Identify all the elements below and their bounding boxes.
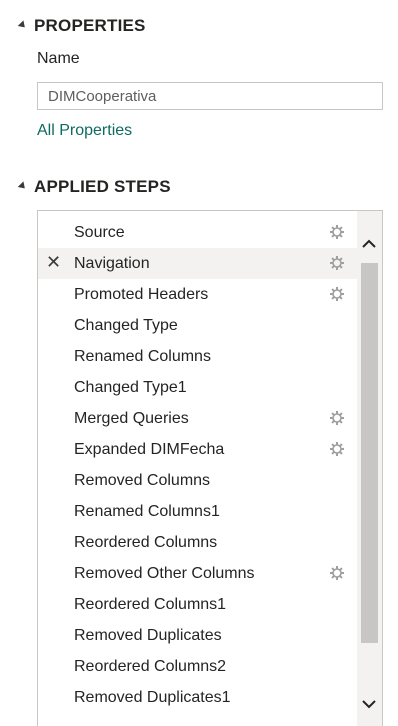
applied-step-label: Renamed Columns xyxy=(74,347,211,365)
applied-step-item[interactable]: Changed Type xyxy=(38,310,358,341)
applied-step-label: Expanded DIMFecha xyxy=(74,440,225,458)
name-label: Name xyxy=(37,50,80,67)
applied-step-item[interactable]: Reordered Columns xyxy=(38,527,358,558)
applied-steps-section-header[interactable]: APPLIED STEPS xyxy=(17,177,171,197)
properties-heading: PROPERTIES xyxy=(34,16,146,35)
applied-step-item[interactable]: Reordered Columns1 xyxy=(38,589,358,620)
applied-step-label: Removed Other Columns xyxy=(74,564,255,582)
applied-step-item[interactable]: Expanded DIMFecha xyxy=(38,434,358,465)
gear-icon[interactable] xyxy=(329,565,345,581)
gear-icon[interactable] xyxy=(329,410,345,426)
applied-step-label: Reordered Columns2 xyxy=(74,657,227,675)
applied-step-label: Merged Queries xyxy=(74,409,189,427)
applied-step-item[interactable]: Merged Queries xyxy=(38,403,358,434)
applied-step-item[interactable]: Removed Other Columns xyxy=(38,558,358,589)
applied-step-label: Removed Columns xyxy=(74,471,211,489)
applied-step-label: Navigation xyxy=(74,254,150,272)
applied-step-item[interactable]: Renamed Columns1 xyxy=(38,496,358,527)
scrollbar-thumb[interactable] xyxy=(361,263,378,643)
applied-step-item[interactable]: Removed Duplicates xyxy=(38,620,358,651)
applied-steps-heading: APPLIED STEPS xyxy=(34,177,171,196)
applied-steps-list: Source ✕ Navigation Promoted Headers Changed… xyxy=(37,210,383,726)
gear-icon[interactable] xyxy=(329,255,345,271)
applied-step-label: Renamed Columns1 xyxy=(74,502,220,520)
query-settings-pane: PROPERTIES Name All Properties APPLIED S… xyxy=(0,0,398,726)
applied-step-item[interactable]: Reordered Columns2 xyxy=(38,651,358,682)
applied-step-label: Removed Duplicates1 xyxy=(74,688,231,706)
chevron-down-icon[interactable] xyxy=(360,695,378,713)
applied-step-label: Reordered Columns1 xyxy=(74,595,227,613)
applied-step-item[interactable]: Renamed Columns xyxy=(38,341,358,372)
applied-step-item[interactable]: Promoted Headers xyxy=(38,279,358,310)
applied-step-item[interactable]: Source xyxy=(38,217,358,248)
collapse-triangle-icon[interactable] xyxy=(17,20,28,31)
close-icon[interactable]: ✕ xyxy=(46,253,61,271)
applied-step-label: Reordered Columns xyxy=(74,533,218,551)
steps-container: Source ✕ Navigation Promoted Headers Changed… xyxy=(38,217,358,713)
applied-step-label: Promoted Headers xyxy=(74,285,209,303)
applied-step-item[interactable]: Removed Columns xyxy=(38,465,358,496)
gear-icon[interactable] xyxy=(329,286,345,302)
applied-step-item[interactable]: ✕ Navigation xyxy=(38,248,358,279)
gear-icon[interactable] xyxy=(329,224,345,240)
applied-step-item[interactable]: Changed Type1 xyxy=(38,372,358,403)
all-properties-link[interactable]: All Properties xyxy=(37,122,132,140)
applied-step-label: Removed Duplicates xyxy=(74,626,222,644)
applied-step-label: Changed Type1 xyxy=(74,378,187,396)
collapse-triangle-icon[interactable] xyxy=(17,181,28,192)
applied-step-label: Changed Type xyxy=(74,316,178,334)
query-name-input[interactable] xyxy=(37,82,383,110)
vertical-scrollbar[interactable] xyxy=(357,211,382,726)
gear-icon[interactable] xyxy=(329,441,345,457)
applied-step-item[interactable]: Removed Duplicates1 xyxy=(38,682,358,713)
applied-step-label: Source xyxy=(74,223,125,241)
properties-section-header[interactable]: PROPERTIES xyxy=(17,16,146,36)
chevron-up-icon[interactable] xyxy=(360,235,378,253)
